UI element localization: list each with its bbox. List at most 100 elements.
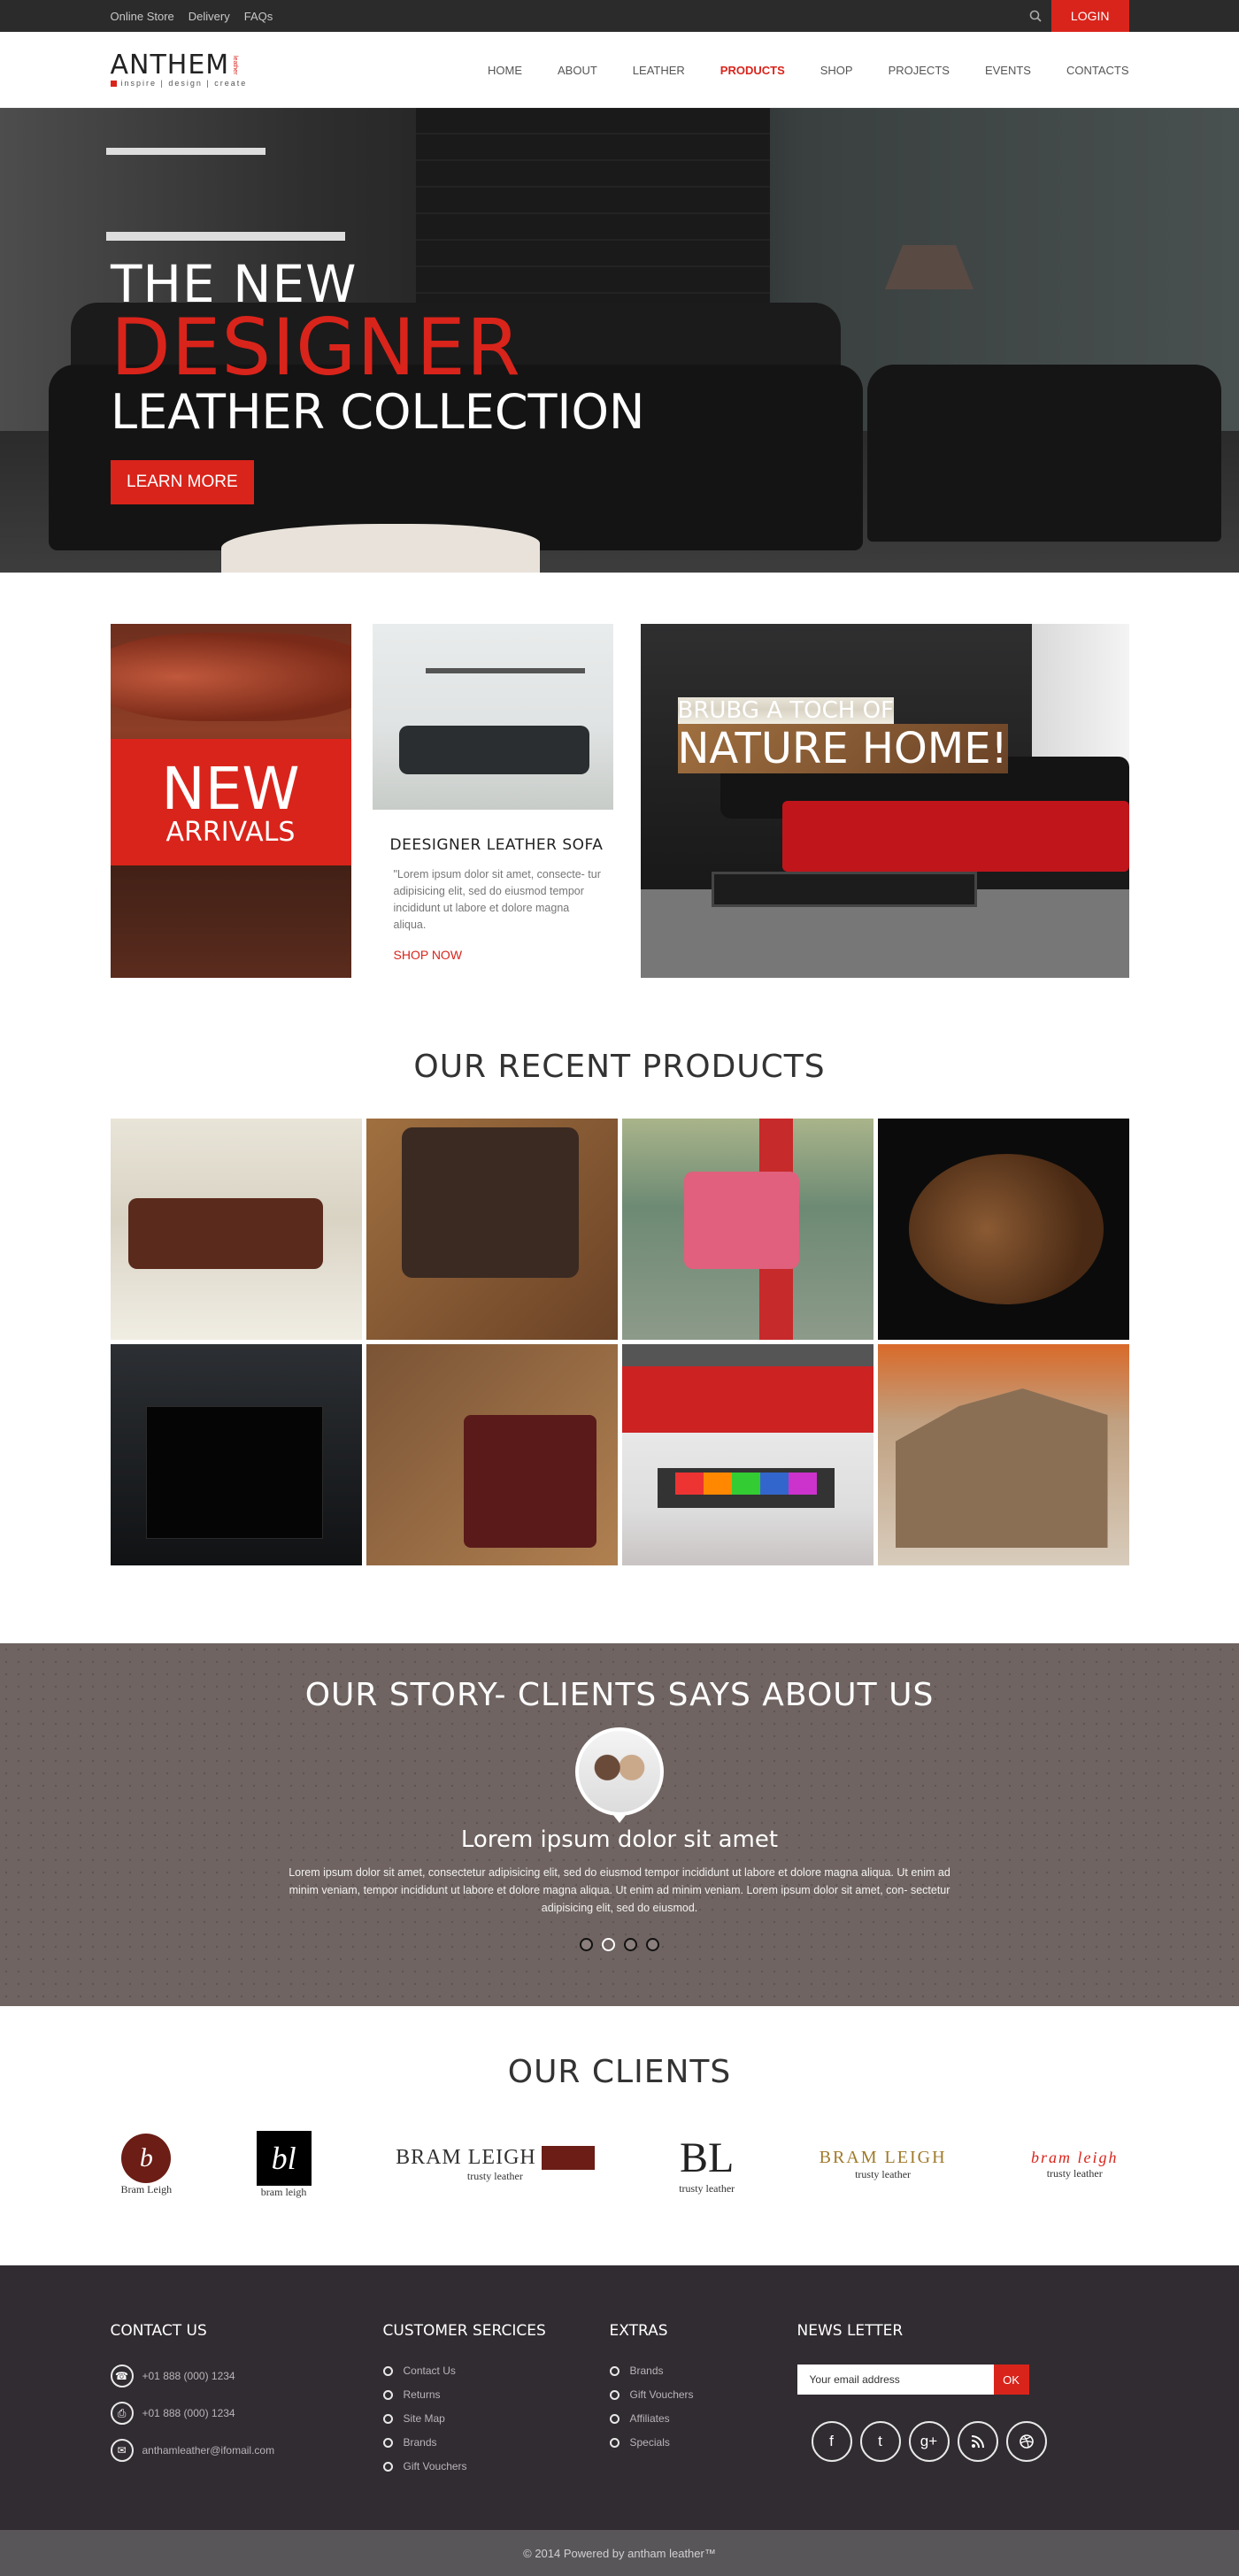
nav-shop[interactable]: SHOP — [820, 64, 853, 77]
top-bar: Online Store Delivery FAQs LOGIN — [0, 0, 1239, 32]
new-arrivals-line-1: NEW — [161, 754, 300, 823]
nav-about[interactable]: ABOUT — [558, 64, 597, 77]
extras-title: EXTRAS — [609, 2322, 668, 2340]
testimonials-title: OUR STORY- CLIENTS SAYS ABOUT US — [304, 1677, 935, 1713]
nav-events[interactable]: EVENTS — [985, 64, 1031, 77]
clients-title: OUR CLIENTS — [507, 2054, 732, 2090]
services-link-site-map[interactable]: Site Map — [383, 2412, 610, 2425]
new-arrivals-banner[interactable]: NEW ARRIVALS — [110, 624, 351, 978]
shop-now-link[interactable]: SHOP NOW — [394, 948, 613, 962]
top-links: Online Store Delivery FAQs — [111, 10, 273, 23]
copyright-text: © 2014 Powered by antham leather™ — [523, 2546, 716, 2560]
services-link-gift-vouchers[interactable]: Gift Vouchers — [383, 2460, 610, 2472]
services-title: CUSTOMER SERCICES — [382, 2322, 546, 2340]
fax-icon: ⎙ — [110, 2402, 134, 2425]
newsletter-title: NEWS LETTER — [796, 2322, 904, 2340]
logo-mark: BRAM LEIGH — [819, 2148, 947, 2167]
footer-newsletter: NEWS LETTER Your email address OK f t g+ — [796, 2322, 1063, 2484]
phone-2: +01 888 (000) 1234 — [142, 2407, 235, 2419]
client-logo-6[interactable]: bram leigh trusty leather — [1031, 2149, 1119, 2180]
nature-line-1: BRUBG A TOCH OF — [677, 697, 895, 724]
contact-title: CONTACT US — [110, 2322, 207, 2340]
newsletter-ok-button[interactable]: OK — [993, 2365, 1029, 2395]
phone-1: +01 888 (000) 1234 — [142, 2370, 235, 2382]
copyright-bar: © 2014 Powered by antham leather™ — [0, 2530, 1239, 2576]
nav-projects[interactable]: PROJECTS — [889, 64, 950, 77]
pagination-dot-3[interactable] — [624, 1938, 637, 1951]
client-logo-1[interactable]: b Bram Leigh — [121, 2133, 172, 2196]
social-links: f t g+ — [811, 2421, 1063, 2462]
main-nav: HOME ABOUT LEATHER PRODUCTS SHOP PROJECT… — [488, 64, 1129, 77]
pagination-dot-4[interactable] — [646, 1938, 659, 1951]
client-logo-2[interactable]: bl bram leigh — [256, 2130, 312, 2199]
services-link-returns[interactable]: Returns — [383, 2388, 610, 2401]
client-logo-4[interactable]: BL trusty leather — [679, 2134, 735, 2195]
pagination-dot-1[interactable] — [580, 1938, 593, 1951]
product-tile-desk-set[interactable] — [877, 1344, 1129, 1565]
logo-caption: trusty leather — [466, 2170, 523, 2182]
product-tile-baseball-glove[interactable] — [877, 1119, 1129, 1340]
product-tile-living-room[interactable] — [621, 1344, 873, 1565]
testimonials-section: OUR STORY- CLIENTS SAYS ABOUT US Lorem i… — [0, 1643, 1239, 2006]
facebook-icon[interactable]: f — [811, 2421, 852, 2462]
logo-caption: trusty leather — [855, 2168, 912, 2180]
product-tile-black-leather-set[interactable] — [110, 1344, 362, 1565]
client-logo-5[interactable]: BRAM LEIGH trusty leather — [820, 2148, 947, 2181]
pagination-dot-2[interactable] — [602, 1938, 615, 1951]
twitter-icon[interactable]: t — [859, 2421, 901, 2462]
sofa-shape — [398, 726, 589, 774]
nav-contacts[interactable]: CONTACTS — [1066, 64, 1129, 77]
dribbble-icon[interactable] — [1005, 2421, 1047, 2462]
extras-link-gift-vouchers[interactable]: Gift Vouchers — [610, 2388, 797, 2401]
product-tile-concho-bag[interactable] — [366, 1119, 618, 1340]
nature-table — [711, 872, 977, 907]
search-icon[interactable] — [1020, 0, 1051, 32]
hero-banner: THE NEW DESIGNER LEATHER COLLECTION LEAR… — [0, 108, 1239, 573]
leather-image — [110, 633, 351, 721]
hero-rug — [221, 524, 540, 573]
extras-link-specials[interactable]: Specials — [610, 2436, 797, 2449]
login-button[interactable]: LOGIN — [1050, 0, 1129, 32]
designer-sofa-image[interactable] — [372, 624, 613, 810]
services-link-brands[interactable]: Brands — [383, 2436, 610, 2449]
nature-red-sofa — [781, 801, 1129, 872]
logo-caption: trusty leather — [679, 2182, 735, 2195]
nav-home[interactable]: HOME — [488, 64, 522, 77]
logo-caption: trusty leather — [1046, 2167, 1103, 2180]
faqs-link[interactable]: FAQs — [244, 10, 273, 23]
product-image — [401, 1127, 579, 1278]
delivery-link[interactable]: Delivery — [189, 10, 230, 23]
recent-products-section: OUR RECENT PRODUCTS — [0, 1015, 1239, 1643]
google-plus-icon[interactable]: g+ — [908, 2421, 950, 2462]
extras-link-brands[interactable]: Brands — [610, 2365, 797, 2377]
footer-contact: CONTACT US ☎ +01 888 (000) 1234 ⎙ +01 888 … — [110, 2322, 383, 2484]
learn-more-button[interactable]: LEARN MORE — [111, 460, 254, 504]
contact-email[interactable]: anthamleather@ifomail.com — [142, 2444, 275, 2457]
extras-link-affiliates[interactable]: Affiliates — [610, 2412, 797, 2425]
logo-side-text: leather — [232, 56, 239, 75]
designer-sofa-title: DEESIGNER LEATHER SOFA — [389, 836, 604, 854]
nature-home-banner[interactable]: BRUBG A TOCH OF NATURE HOME! — [640, 624, 1129, 978]
product-tile-pink-satchel[interactable] — [621, 1119, 873, 1340]
hero-text: THE NEW DESIGNER LEATHER COLLECTION LEAR… — [111, 257, 644, 504]
logo-mark: BRAM LEIGH — [396, 2146, 595, 2170]
product-image — [683, 1172, 799, 1269]
product-tile-passport-holder[interactable] — [366, 1344, 618, 1565]
phone-icon: ☎ — [110, 2365, 134, 2388]
online-store-link[interactable]: Online Store — [111, 10, 174, 23]
site-logo[interactable]: ANTHEM leather inspire | design | create — [110, 52, 248, 88]
product-image — [127, 1198, 323, 1269]
product-image — [145, 1406, 323, 1539]
client-logo-3[interactable]: BRAM LEIGH trusty leather — [396, 2146, 595, 2183]
rss-icon[interactable] — [957, 2421, 998, 2462]
nav-leather[interactable]: LEATHER — [633, 64, 685, 77]
product-tile-chesterfield-sofa[interactable] — [110, 1119, 362, 1340]
products-grid — [110, 1119, 1129, 1565]
designer-sofa-text: "Lorem ipsum dolor sit amet, consecte- t… — [393, 868, 601, 931]
nav-products[interactable]: PRODUCTS — [720, 64, 785, 77]
mail-icon: ✉ — [110, 2439, 134, 2462]
newsletter-email-input[interactable]: Your email address — [796, 2365, 994, 2395]
site-footer: CONTACT US ☎ +01 888 (000) 1234 ⎙ +01 888 … — [0, 2265, 1239, 2530]
services-link-contact[interactable]: Contact Us — [383, 2365, 610, 2377]
product-image — [463, 1415, 596, 1548]
